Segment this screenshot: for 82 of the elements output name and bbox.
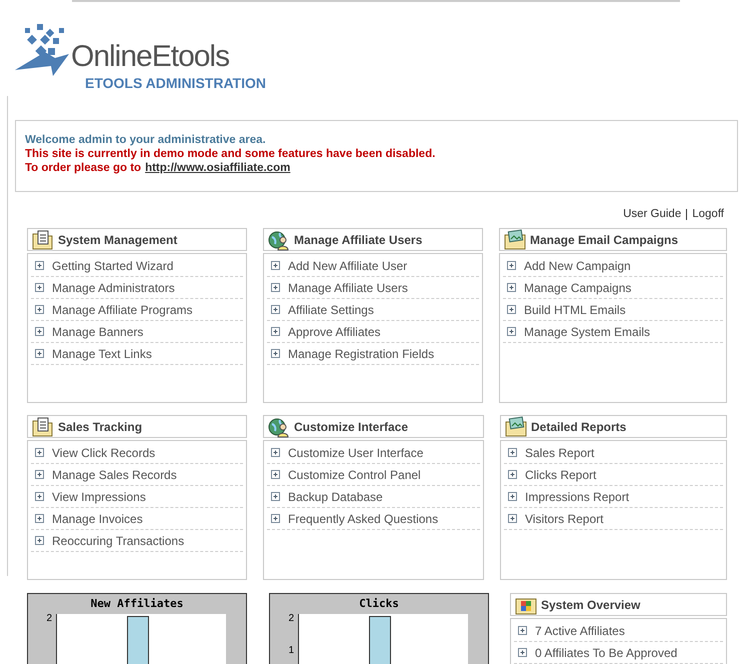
panel-title: Manage Affiliate Users <box>294 232 422 249</box>
axis-tick-label: 2 <box>288 614 294 624</box>
expand-plus-icon <box>508 448 517 458</box>
expand-plus-icon <box>271 514 280 524</box>
globe-person-icon <box>268 416 290 438</box>
header-link[interactable]: User Guide <box>623 206 682 224</box>
expand-plus-icon <box>35 283 44 292</box>
menu-link[interactable]: Manage Sales Records <box>31 464 243 486</box>
menu-link[interactable]: Manage Invoices <box>31 508 243 530</box>
expand-plus-icon <box>508 492 517 502</box>
menu-link[interactable]: Build HTML Emails <box>503 299 723 322</box>
menu-link[interactable]: Manage Banners <box>31 321 243 344</box>
menu-link[interactable]: Manage Affiliate Programs <box>31 299 243 322</box>
panel-title: System Overview <box>541 596 640 614</box>
expand-plus-icon <box>35 536 44 546</box>
expand-plus-icon <box>518 626 527 636</box>
expand-plus-icon <box>35 448 44 458</box>
globe-person-icon <box>268 228 290 251</box>
expand-plus-icon <box>35 327 44 336</box>
expand-plus-icon <box>271 305 280 314</box>
menu-link[interactable]: Manage Campaigns <box>503 277 723 300</box>
menu-link[interactable]: Sales Report <box>504 442 723 464</box>
menu-link[interactable]: Getting Started Wizard <box>31 255 243 278</box>
expand-plus-icon <box>35 492 44 502</box>
chart-title: Clicks <box>358 596 400 612</box>
expand-plus-icon <box>35 305 44 314</box>
menu-link[interactable]: Add New Campaign <box>503 255 723 278</box>
expand-plus-icon <box>271 261 280 270</box>
axis-tick-label: 1 <box>288 646 294 656</box>
menu-link[interactable]: Manage Registration Fields <box>267 343 479 366</box>
menu-link[interactable]: Customize User Interface <box>267 442 480 464</box>
menu-link[interactable]: Add New Affiliate User <box>267 255 479 278</box>
expand-plus-icon <box>507 261 516 270</box>
website-link[interactable]: http://www.osiaffiliate.com <box>145 161 290 175</box>
expand-plus-icon <box>271 492 280 502</box>
welcome-text: Welcome admin to your administrative area. <box>25 133 267 147</box>
panel-title: System Management <box>58 232 178 249</box>
expand-plus-icon <box>507 327 516 336</box>
menu-link[interactable]: Approve Affiliates <box>267 321 479 344</box>
menu-link[interactable]: Visitors Report <box>504 508 723 530</box>
expand-plus-icon <box>271 448 280 458</box>
expand-plus-icon <box>508 514 517 524</box>
demo-warning: This site is currently in demo mode and some features have been disabled. <box>25 147 436 161</box>
menu-link[interactable]: Customize Control Panel <box>267 464 480 486</box>
header-link[interactable]: Logoff <box>692 206 724 224</box>
panel-title: Sales Tracking <box>58 418 142 436</box>
expand-plus-icon <box>35 470 44 480</box>
menu-link[interactable]: Manage System Emails <box>503 321 723 344</box>
menu-link[interactable]: Reoccuring Transactions <box>31 530 243 552</box>
expand-plus-icon <box>507 283 516 292</box>
expand-plus-icon <box>271 470 280 480</box>
order-text: To order please go to <box>25 161 142 175</box>
menu-link[interactable]: Frequently Asked Questions <box>267 508 480 530</box>
folder-picture-icon <box>505 416 527 438</box>
expand-plus-icon <box>271 327 280 336</box>
chart-title: New Affiliates <box>90 596 184 612</box>
menu-link[interactable]: Affiliate Settings <box>267 299 479 322</box>
expand-plus-icon <box>35 349 44 358</box>
expand-plus-icon <box>271 283 280 292</box>
menu-link[interactable]: Manage Administrators <box>31 277 243 300</box>
panel-title: Customize Interface <box>294 418 408 436</box>
logo-name: OnlineEtools <box>71 42 230 72</box>
menu-link[interactable]: Clicks Report <box>504 464 723 486</box>
menu-link[interactable]: Backup Database <box>267 486 480 508</box>
panel-title: Manage Email Campaigns <box>530 232 678 249</box>
expand-plus-icon <box>507 305 516 314</box>
menu-link[interactable]: Impressions Report <box>504 486 723 508</box>
menu-link[interactable]: Manage Text Links <box>31 343 243 366</box>
expand-plus-icon <box>518 648 527 658</box>
axis-tick-label: 2 <box>46 614 52 624</box>
menu-link[interactable]: 0 Affiliates To Be Approved <box>514 642 723 664</box>
panel-title: Detailed Reports <box>531 418 626 436</box>
folder-picture-icon <box>504 228 526 251</box>
expand-plus-icon <box>35 261 44 270</box>
logo-subtitle: ETOOLS ADMINISTRATION <box>85 74 266 93</box>
menu-link[interactable]: Manage Affiliate Users <box>267 277 479 300</box>
menu-link[interactable]: View Impressions <box>31 486 243 508</box>
menu-link[interactable]: View Click Records <box>31 442 243 464</box>
expand-plus-icon <box>508 470 517 480</box>
expand-plus-icon <box>271 349 280 358</box>
expand-plus-icon <box>35 514 44 524</box>
menu-link[interactable]: 7 Active Affiliates <box>514 620 723 642</box>
